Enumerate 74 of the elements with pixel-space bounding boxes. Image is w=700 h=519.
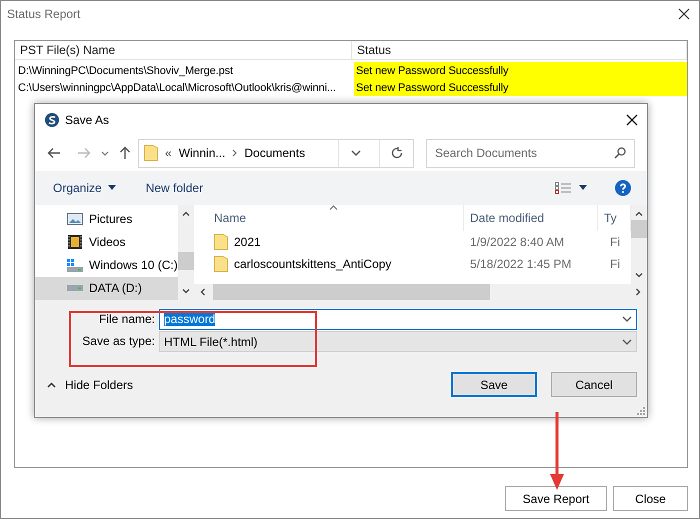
column-header[interactable]: Status	[352, 41, 687, 59]
dialog-title: Save As	[65, 112, 110, 126]
column-header[interactable]: Name	[214, 205, 464, 231]
cancel-button[interactable]: Cancel	[551, 372, 637, 397]
hide-folders-button[interactable]: Hide Folders	[47, 378, 134, 392]
folder-icon	[214, 234, 228, 250]
back-arrow-icon[interactable]	[47, 147, 61, 159]
breadcrumb[interactable]: Documents	[244, 146, 306, 160]
drive-icon	[67, 258, 83, 272]
status-cell: Set new Password Successfully	[354, 79, 687, 96]
scrollbar[interactable]	[194, 284, 647, 300]
table-cell-text: C:\Users\winningpc\AppData\Local\Microsoft\Outlook\kris@winni...	[17, 80, 337, 96]
scroll-thumb[interactable]	[631, 220, 647, 238]
scrollbar[interactable]	[631, 205, 647, 284]
chevron-down-icon	[350, 150, 360, 156]
status-cell: Set new Password Successfully	[354, 62, 687, 79]
new-folder-button[interactable]: New folder	[146, 180, 204, 194]
refresh-icon	[390, 147, 402, 159]
help-icon[interactable]	[615, 180, 631, 196]
picture-icon	[67, 212, 83, 226]
table-cell-text: 1/9/2022 8:40 AM	[469, 235, 566, 249]
column-header[interactable]: Date modified	[464, 205, 598, 231]
folder-icon	[214, 256, 228, 272]
organize-menu[interactable]: Organize	[53, 180, 116, 194]
overflow-mark[interactable]: «	[165, 146, 172, 160]
file-type-dropdown[interactable]: HTML File(*.html)	[159, 331, 637, 352]
nav-item[interactable]: Videos	[35, 230, 178, 254]
chevron-up-icon	[47, 382, 56, 388]
search-field[interactable]: Search Documents	[426, 138, 635, 168]
scroll-down-icon	[182, 289, 190, 294]
save-button[interactable]: Save	[451, 372, 537, 397]
chevron-right-icon	[232, 149, 238, 157]
folder-icon	[144, 145, 158, 161]
app-icon	[45, 112, 59, 126]
breadcrumb[interactable]: Winnin...	[178, 146, 226, 160]
nav-item[interactable]: Windows 10 (C:)	[35, 254, 178, 277]
nav-item[interactable]: DATA (D:)	[35, 276, 178, 300]
scroll-thumb[interactable]	[213, 284, 490, 300]
save-report-button[interactable]: Save Report	[505, 486, 607, 511]
drive-icon	[67, 285, 83, 292]
scroll-up-icon	[635, 211, 643, 216]
scroll-left-icon	[200, 288, 205, 296]
caret-icon[interactable]	[579, 185, 587, 190]
scroll-thumb[interactable]	[178, 252, 194, 270]
up-arrow-icon[interactable]	[119, 146, 131, 160]
table-cell-text: Fi	[609, 257, 621, 271]
forward-arrow-icon	[77, 147, 91, 159]
scroll-down-icon	[635, 273, 643, 278]
nav-item[interactable]: Pictures	[35, 207, 178, 230]
close-icon[interactable]	[678, 8, 690, 20]
scroll-up-icon	[182, 211, 190, 216]
caret-icon	[108, 185, 116, 190]
address-bar[interactable]: « Winnin... Documents	[138, 138, 414, 168]
view-options-icon[interactable]	[555, 182, 571, 194]
chevron-down-icon[interactable]	[101, 150, 109, 156]
close-icon[interactable]	[626, 114, 638, 126]
table-cell-text: D:\WinningPC\Documents\Shoviv_Merge.pst	[17, 64, 234, 78]
file-name-field[interactable]: password	[159, 308, 637, 330]
field-label: Save as type:	[81, 334, 156, 348]
film-icon	[67, 234, 83, 249]
column-header[interactable]: PST File(s) Name	[15, 41, 352, 59]
close-button[interactable]: Close	[613, 486, 688, 511]
table-cell-text: 5/18/2022 1:45 PM	[469, 257, 572, 271]
resize-grip-icon[interactable]	[637, 407, 645, 415]
chevron-down-icon	[622, 338, 632, 344]
field-label: File name:	[98, 312, 156, 326]
chevron-down-icon	[622, 316, 632, 322]
search-icon	[614, 146, 626, 158]
file-item[interactable]: 2021	[214, 234, 464, 250]
scrollbar[interactable]	[178, 205, 194, 300]
window-title: Status Report	[7, 7, 80, 21]
scroll-right-icon	[636, 288, 641, 296]
file-item[interactable]: carloscountskittens_AntiCopy	[214, 256, 464, 272]
table-cell-text: Fi	[609, 235, 621, 249]
